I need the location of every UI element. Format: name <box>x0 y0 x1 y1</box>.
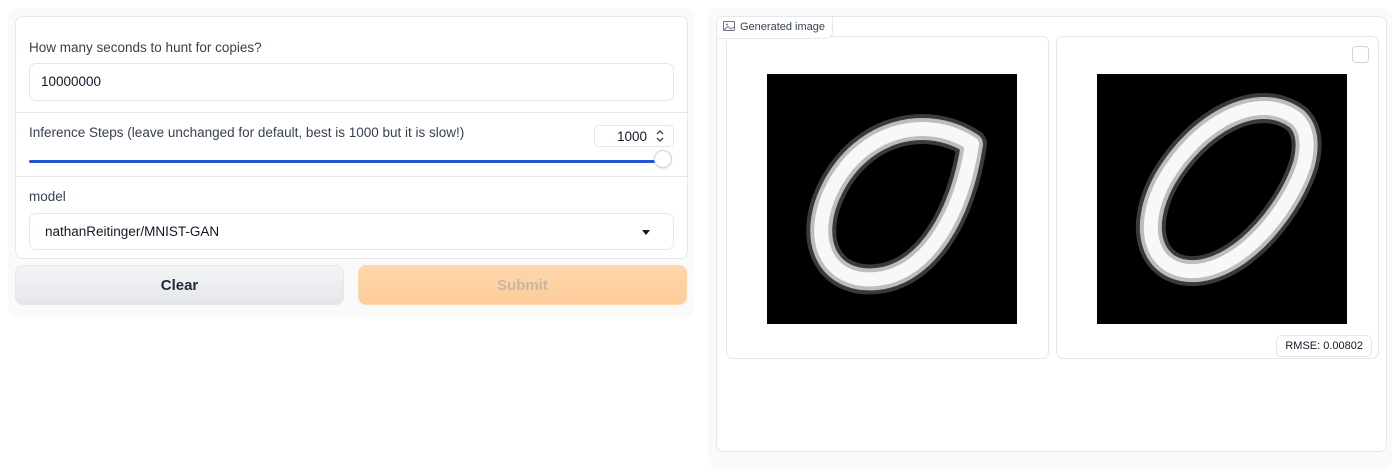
clear-button[interactable]: Clear <box>15 265 344 305</box>
model-block: model nathanReitinger/MNIST-GAN <box>16 176 687 258</box>
inference-steps-label: Inference Steps (leave unchanged for def… <box>29 125 465 140</box>
seconds-value: 10000000 <box>41 74 102 89</box>
model-selected-value: nathanReitinger/MNIST-GAN <box>45 224 220 239</box>
inference-steps-slider-track[interactable] <box>29 160 660 163</box>
model-label: model <box>29 189 66 204</box>
model-dropdown[interactable]: nathanReitinger/MNIST-GAN <box>29 213 674 250</box>
gallery-thumbnail-match[interactable]: RMSE: 0.00802 <box>1056 36 1379 359</box>
gallery-label-text: Generated image <box>740 21 825 33</box>
inference-steps-block: Inference Steps (leave unchanged for def… <box>16 112 687 176</box>
input-panel: How many seconds to hunt for copies? 100… <box>8 8 695 316</box>
spinner-arrows-icon[interactable] <box>655 129 665 143</box>
output-panel: RMSE: 0.00802 Generated image <box>708 8 1392 468</box>
submit-button[interactable]: Submit <box>358 265 687 305</box>
inference-steps-number-input[interactable]: 1000 <box>594 125 674 147</box>
inference-steps-value: 1000 <box>616 129 647 144</box>
generated-image-gallery: RMSE: 0.00802 Generated image <box>716 16 1387 452</box>
image-icon <box>723 21 735 31</box>
rmse-caption: RMSE: 0.00802 <box>1276 335 1372 357</box>
select-checkbox[interactable] <box>1352 46 1369 63</box>
seconds-input[interactable]: 10000000 <box>29 63 674 101</box>
seconds-block: How many seconds to hunt for copies? 100… <box>16 17 687 112</box>
gallery-thumbnail-generated[interactable] <box>726 36 1049 359</box>
gallery-label: Generated image <box>717 17 833 39</box>
inference-steps-slider-thumb[interactable] <box>654 150 672 168</box>
matched-digit-image <box>1097 74 1347 324</box>
form-box: How many seconds to hunt for copies? 100… <box>15 16 688 259</box>
chevron-down-icon <box>642 230 650 235</box>
generated-digit-image <box>767 74 1017 324</box>
seconds-label: How many seconds to hunt for copies? <box>29 40 262 55</box>
